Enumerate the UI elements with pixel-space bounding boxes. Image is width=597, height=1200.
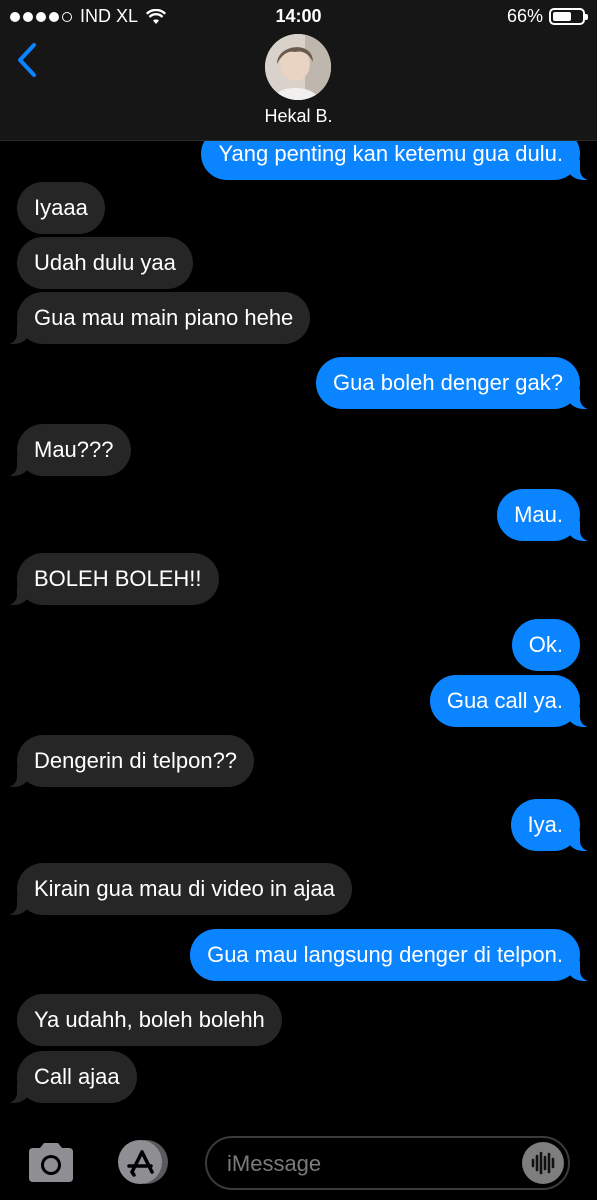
chevron-left-icon bbox=[18, 43, 36, 77]
audio-message-button[interactable] bbox=[522, 1142, 564, 1184]
battery-level bbox=[553, 12, 571, 21]
message-input[interactable] bbox=[225, 1146, 509, 1182]
message-bubble-incoming[interactable]: Ya udahh, boleh bolehh bbox=[17, 994, 282, 1046]
message-bubble-outgoing[interactable]: Gua boleh denger gak? bbox=[316, 357, 590, 409]
contact-name[interactable]: Hekal B. bbox=[0, 106, 597, 127]
battery-group: 66% bbox=[506, 6, 588, 27]
avatar-photo bbox=[265, 34, 331, 100]
message-text: Iyaaa bbox=[34, 195, 88, 220]
message-text: Gua boleh denger gak? bbox=[333, 370, 563, 395]
camera-button[interactable] bbox=[25, 1140, 77, 1184]
app-store-icon bbox=[118, 1140, 168, 1184]
message-text: Gua mau langsung denger di telpon. bbox=[207, 942, 563, 967]
message-text: Mau??? bbox=[34, 437, 114, 462]
status-bar: IND XL 14:00 66% bbox=[0, 0, 597, 36]
message-bubble-incoming[interactable]: Kirain gua mau di video in ajaa bbox=[7, 863, 352, 915]
avatar[interactable] bbox=[265, 34, 331, 100]
message-text: Dengerin di telpon?? bbox=[34, 748, 238, 773]
message-text: Gua call ya. bbox=[446, 688, 563, 713]
message-bubble-outgoing[interactable]: Gua mau langsung denger di telpon. bbox=[190, 929, 590, 981]
battery-icon bbox=[549, 8, 588, 25]
message-text: Gua mau main piano hehe bbox=[34, 305, 294, 330]
message-bubble-outgoing[interactable]: Gua call ya. bbox=[429, 675, 591, 727]
message-text: Udah dulu yaa bbox=[34, 250, 176, 275]
message-bubble-incoming[interactable]: Gua mau main piano hehe bbox=[6, 292, 311, 344]
audio-waveform-icon bbox=[531, 1151, 555, 1175]
battery-percent: 66% bbox=[506, 6, 543, 26]
message-bubble-incoming[interactable]: Iyaaa bbox=[17, 182, 105, 234]
message-bubble-incoming[interactable]: BOLEH BOLEH!! bbox=[7, 553, 219, 605]
message-text: Ok. bbox=[528, 632, 563, 657]
message-text: Mau. bbox=[514, 502, 563, 527]
message-text: BOLEH BOLEH!! bbox=[34, 566, 202, 591]
message-field[interactable] bbox=[205, 1136, 570, 1190]
message-bubble-incoming[interactable]: Udah dulu yaa bbox=[17, 237, 193, 289]
message-text: Kirain gua mau di video in ajaa bbox=[34, 876, 335, 901]
message-bubble-outgoing[interactable]: Iya. bbox=[510, 799, 591, 851]
camera-icon bbox=[29, 1143, 73, 1182]
message-text: Yang penting kan ketemu gua dulu. bbox=[218, 141, 563, 166]
app-store-button[interactable] bbox=[112, 1138, 172, 1186]
message-list[interactable]: Yang penting kan ketemu gua dulu. Iyaaa Ud… bbox=[0, 140, 597, 1120]
message-text: Iya. bbox=[527, 812, 563, 837]
message-bubble-incoming[interactable]: Call ajaa bbox=[7, 1051, 137, 1103]
message-bubble-outgoing[interactable]: Yang penting kan ketemu gua dulu. bbox=[201, 140, 590, 180]
message-bubble-outgoing[interactable]: Mau. bbox=[497, 489, 590, 541]
message-text: Ya udahh, boleh bolehh bbox=[34, 1007, 265, 1032]
message-text: Call ajaa bbox=[34, 1064, 120, 1089]
message-bubble-incoming[interactable]: Dengerin di telpon?? bbox=[6, 735, 255, 787]
message-bubble-outgoing[interactable]: Ok. bbox=[511, 619, 580, 671]
message-bubble-incoming[interactable]: Mau??? bbox=[7, 424, 131, 476]
back-button[interactable] bbox=[10, 40, 44, 80]
